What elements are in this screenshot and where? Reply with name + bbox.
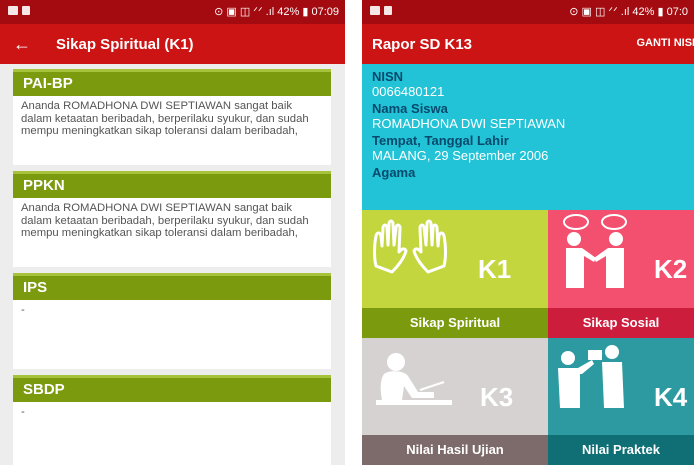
notification-icons [370,6,392,15]
page-title: Sikap Spiritual (K1) [56,35,194,53]
report-home-screen: ⊙ ▣ ◫ ᐟᐟ .ıl 42% ▮ 07:0 Rapor SD K13 GAN… [362,0,694,465]
subject-title: IPS [13,273,331,300]
subject-description: Ananda ROMADHONA DWI SEPTIAWAN sangat ba… [21,202,309,239]
tile-k1[interactable]: K1 Sikap Spiritual [362,210,548,338]
tile-code: K1 [478,254,512,284]
religion-label: Agama [372,165,416,180]
praying-hands-icon [373,219,447,274]
status-text: ⊙ ▣ ◫ ᐟᐟ .ıl 42% ▮ 07:0 [569,6,688,18]
nisn-label: NISN [372,69,404,84]
student-info-panel: NISN 0066480121 Nama Siswa ROMADHONA DWI… [362,64,694,210]
tile-label: Sikap Sosial [548,308,694,338]
app-title: Rapor SD K13 [372,35,473,53]
gallery-icon [370,6,380,15]
status-bar: ⊙ ▣ ◫ ᐟᐟ .ıl 42% ▮ 07:09 [0,0,345,24]
app-bar: Rapor SD K13 GANTI NISN [362,24,694,64]
tile-code: K4 [654,382,688,412]
gallery-icon [8,6,18,15]
subject-card-ips[interactable]: IPS - [13,273,331,369]
student-name-value: ROMADHONA DWI SEPTIAWAN [372,116,566,131]
subject-description: - [21,406,25,418]
subject-card-ppkn[interactable]: PPKN Ananda ROMADHONA DWI SEPTIAWAN sang… [13,171,331,267]
subject-card-sbdp[interactable]: SBDP - [13,375,331,465]
flag-icon [384,6,392,15]
subject-card-pai-bp[interactable]: PAI-BP Ananda ROMADHONA DWI SEPTIAWAN sa… [13,69,331,165]
tile-k3[interactable]: K3 Nilai Hasil Ujian [362,338,548,465]
birth-label: Tempat, Tanggal Lahir [372,133,509,148]
subject-description: - [21,304,25,316]
back-arrow-icon[interactable]: ← [2,34,42,55]
change-nisn-button[interactable]: GANTI NISN [636,37,694,49]
status-bar: ⊙ ▣ ◫ ᐟᐟ .ıl 42% ▮ 07:0 [362,0,694,24]
presentation-icon [558,345,624,408]
tile-k2[interactable]: K2 Sikap Sosial [548,210,694,338]
tile-k4[interactable]: K4 Nilai Praktek [548,338,694,465]
tile-label: Sikap Spiritual [362,308,548,338]
subject-title: PPKN [13,171,331,198]
tile-code: K2 [654,254,688,284]
app-bar: ← Sikap Spiritual (K1) [0,24,345,64]
tile-label: Nilai Hasil Ujian [362,435,548,465]
student-name-label: Nama Siswa [372,101,448,116]
status-text: ⊙ ▣ ◫ ᐟᐟ .ıl 42% ▮ 07:09 [214,6,339,18]
handshake-icon [563,214,627,288]
writing-exam-icon [376,353,452,405]
birth-value: MALANG, 29 September 2006 [372,148,549,163]
subject-title: SBDP [13,375,331,402]
subject-description: Ananda ROMADHONA DWI SEPTIAWAN sangat ba… [21,100,309,137]
tile-code: K3 [480,382,514,412]
subject-detail-screen: ⊙ ▣ ◫ ᐟᐟ .ıl 42% ▮ 07:09 ← Sikap Spiritu… [0,0,345,465]
notification-icons [8,6,30,15]
subject-title: PAI-BP [13,69,331,96]
flag-icon [22,6,30,15]
nisn-value: 0066480121 [372,84,445,99]
tile-label: Nilai Praktek [548,435,694,465]
